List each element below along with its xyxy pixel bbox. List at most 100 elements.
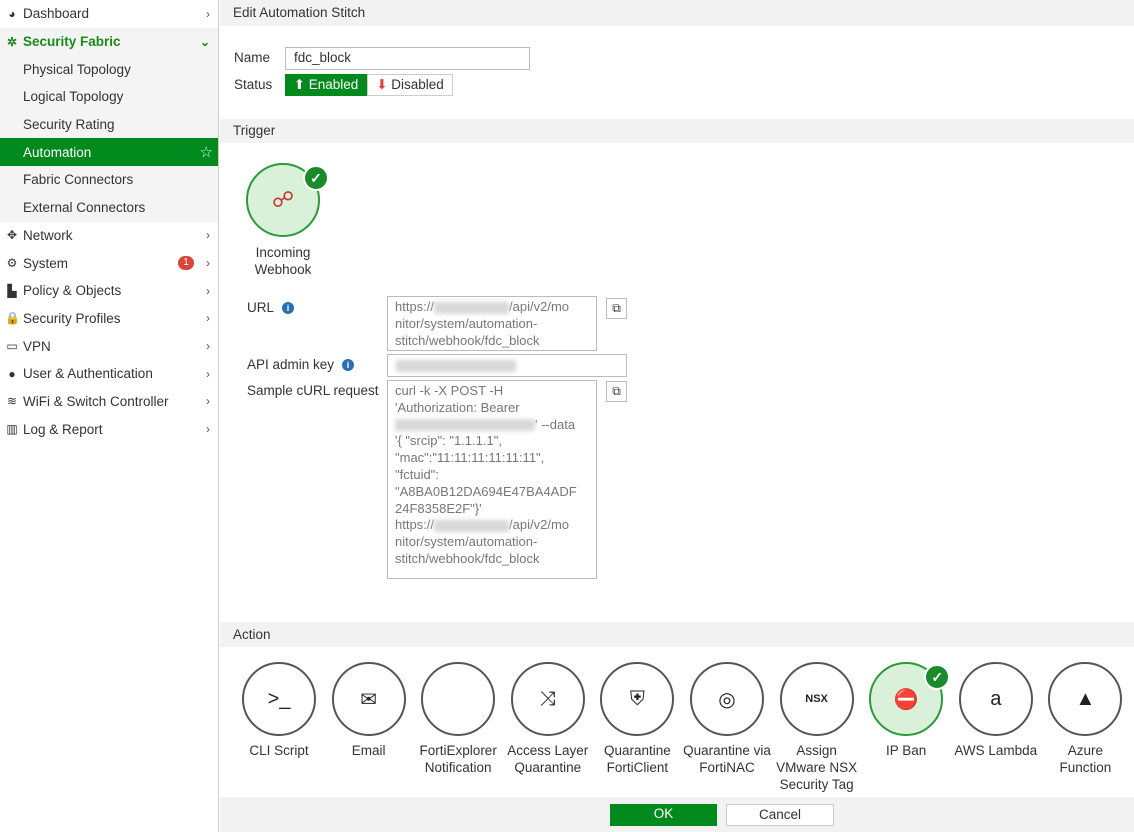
action-label: FortiExplorer Notification (419, 743, 497, 775)
action-aws-lambda[interactable]: a (958, 662, 1033, 736)
action-fortiexplorer-notification[interactable] (421, 662, 496, 736)
sidebar-item-label: Security Rating (23, 117, 115, 133)
status-label: Status (234, 77, 273, 92)
action-label: AWS Lambda (954, 743, 1038, 758)
sidebar-item-label: External Connectors (23, 200, 146, 216)
sidebar-item-label: Logical Topology (23, 89, 124, 105)
sidebar-item-user-authentication[interactable]: ● User & Authentication › (0, 360, 218, 388)
action-icon: a (990, 687, 1002, 710)
footer: OK Cancel (220, 797, 1134, 832)
action-icon: ⛔ (893, 688, 919, 711)
sidebar-item-label: Dashboard (23, 6, 90, 22)
status-disabled-button[interactable]: ⬇ Disabled (367, 74, 453, 96)
sidebar-item-system[interactable]: ⚙ System 1 › (0, 249, 218, 277)
action-label: Assign VMware NSX Security Tag (776, 743, 858, 792)
api-key-input[interactable] (387, 354, 627, 377)
copy-url-icon[interactable]: ⧉ (606, 298, 627, 319)
lock-icon: 🔒 (5, 311, 20, 326)
curl-label: Sample cURL request (247, 383, 379, 398)
notification-badge: 1 (178, 256, 194, 271)
trigger-section-header: Trigger (220, 119, 1134, 143)
cancel-button[interactable]: Cancel (726, 804, 834, 826)
info-icon: i (282, 302, 295, 315)
sidebar-item-security-fabric[interactable]: ✲ Security Fabric ⌄ (0, 27, 218, 56)
action-label: Quarantine via FortiNAC (683, 743, 771, 775)
up-arrow-icon: ⬆ (293, 77, 305, 92)
sidebar-item-dashboard[interactable]: ◕ Dashboard › (0, 0, 218, 28)
api-key-label: API admin key i (247, 357, 355, 372)
action-quarantine-forticlient[interactable]: ⛨ (600, 662, 675, 736)
sidebar-item-policy-objects[interactable]: ▙ Policy & Objects › (0, 277, 218, 305)
sidebar-item-label: WiFi & Switch Controller (23, 393, 169, 409)
chevron-right-icon: › (206, 422, 210, 437)
sidebar-item-label: Fabric Connectors (23, 172, 134, 188)
policy-icon: ▙ (7, 283, 17, 298)
action-icon: ▲ (1075, 687, 1096, 710)
action-access-layer-quarantine[interactable]: ⤨ (510, 662, 585, 736)
action-label: Email (351, 743, 386, 758)
url-textarea[interactable]: https:///api/v2/mo nitor/system/automati… (387, 296, 597, 351)
sidebar-item-label: Policy & Objects (23, 283, 122, 299)
action-icon: ◎ (718, 688, 736, 711)
chevron-down-icon: ⌄ (199, 34, 210, 49)
star-icon[interactable]: ☆ (200, 143, 213, 161)
sidebar-item-label: Network (23, 227, 73, 243)
chart-icon: ▥ (6, 422, 18, 437)
chevron-right-icon: › (206, 228, 210, 243)
sidebar-item-label: System (23, 255, 69, 271)
webhook-icon: ☍ (271, 187, 295, 212)
sidebar-item-security-profiles[interactable]: 🔒 Security Profiles › (0, 305, 218, 333)
copy-curl-icon[interactable]: ⧉ (606, 381, 627, 402)
info-icon: i (342, 359, 355, 372)
sidebar-item-label: VPN (23, 338, 51, 354)
dashboard-icon: ◕ (8, 6, 16, 21)
action-quarantine-via-fortinac[interactable]: ◎ (690, 662, 764, 736)
sidebar-item-automation[interactable]: Automation ☆ (0, 138, 218, 167)
chevron-right-icon: › (206, 283, 210, 298)
sidebar-item-logical-topology[interactable]: Logical Topology (0, 83, 218, 111)
action-email[interactable]: ✉ (331, 662, 406, 736)
check-icon: ✓ (303, 165, 329, 191)
user-icon: ● (8, 366, 16, 381)
action-label: Access Layer Quarantine (507, 743, 589, 775)
action-label: CLI Script (249, 743, 309, 758)
action-azure-function[interactable]: ▲ (1048, 662, 1123, 736)
sidebar-item-label: Log & Report (23, 421, 103, 437)
sidebar: ◕ Dashboard › ✲ Security Fabric ⌄ Physical Top… (0, 0, 219, 832)
check-icon: ✓ (924, 664, 951, 690)
name-input[interactable]: fdc_block (285, 47, 530, 70)
sidebar-item-vpn[interactable]: ▭ VPN › (0, 332, 218, 360)
sidebar-item-network[interactable]: ✥ Network › (0, 222, 218, 250)
action-icon: ⤨ (539, 687, 556, 710)
sidebar-item-label: User & Authentication (23, 366, 153, 382)
sidebar-item-fabric-connectors[interactable]: Fabric Connectors (0, 166, 218, 194)
sidebar-item-log-report[interactable]: ▥ Log & Report › (0, 415, 218, 443)
page-title: Edit Automation Stitch (220, 0, 1134, 26)
sidebar-item-external-connectors[interactable]: External Connectors (0, 193, 218, 222)
chevron-right-icon: › (206, 6, 210, 21)
wifi-icon: ≋ (6, 394, 18, 409)
sidebar-item-label: Physical Topology (23, 61, 131, 77)
chevron-right-icon: › (206, 394, 210, 409)
status-enabled-button[interactable]: ⬆ Enabled (285, 74, 367, 96)
action-label: Azure Function (1059, 743, 1112, 775)
chevron-right-icon: › (206, 339, 210, 354)
ok-button[interactable]: OK (610, 804, 717, 826)
laptop-icon: ▭ (6, 339, 18, 354)
sidebar-item-label: Automation (23, 144, 92, 160)
action-icon: NSX (805, 693, 828, 705)
curl-textarea[interactable]: curl -k -X POST -H 'Authorization: Beare… (387, 380, 597, 579)
trigger-label: Incoming Webhook (254, 245, 312, 277)
sidebar-item-wifi-switch-controller[interactable]: ≋ WiFi & Switch Controller › (0, 388, 218, 416)
sidebar-item-physical-topology[interactable]: Physical Topology (0, 55, 218, 84)
action-assign-vmware-nsx-security-tag[interactable]: NSX (779, 662, 854, 736)
sidebar-item-security-rating[interactable]: Security Rating (0, 110, 218, 139)
down-arrow-icon: ⬇ (376, 77, 388, 92)
action-cli-script[interactable]: >_ (242, 662, 316, 736)
chevron-right-icon: › (206, 366, 210, 381)
chevron-right-icon: › (206, 311, 210, 326)
network-icon: ✥ (6, 228, 18, 243)
main-panel: Edit Automation Stitch Name fdc_block St… (220, 0, 1134, 832)
sidebar-item-label: Security Profiles (23, 310, 121, 326)
action-icon: >_ (267, 687, 291, 710)
